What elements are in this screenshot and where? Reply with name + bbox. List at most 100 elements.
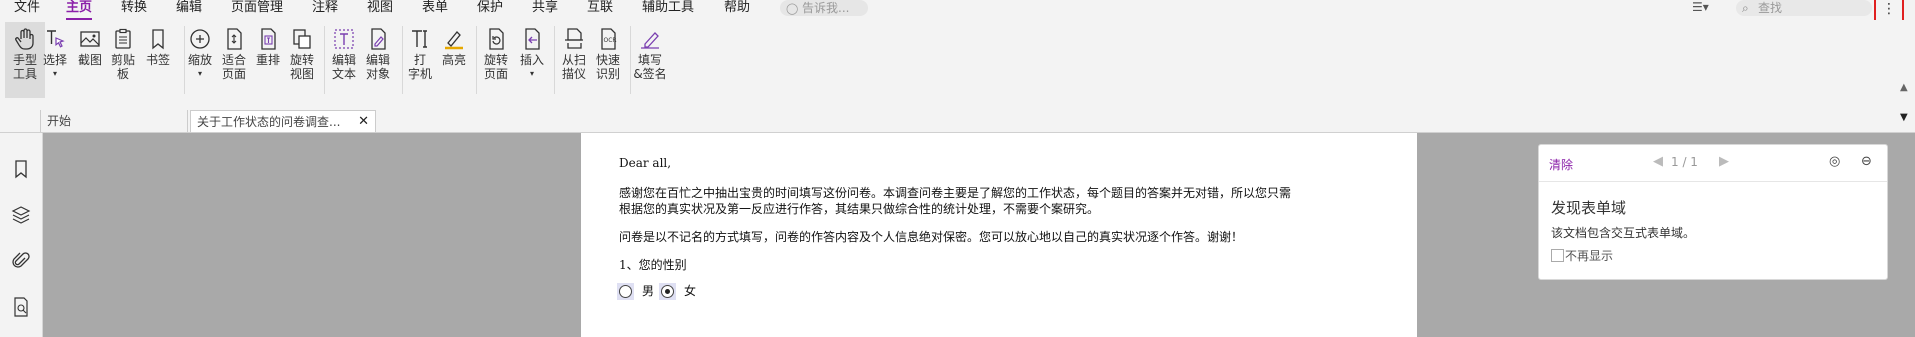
document-tab-bar: 开始 关于工作状态的问卷调查... ✕ ▼ <box>0 108 1915 133</box>
zoom-icon <box>190 29 210 49</box>
option-female-label: 女 <box>684 284 697 298</box>
close-icon[interactable]: ✕ <box>358 111 369 133</box>
fill-sign-label: 填写 &签名 <box>633 53 667 81</box>
intro-paragraph-line-1: 感谢您在百忙之中抽出宝贵的时间填写这份问卷。本调查问卷主要是了解您的工作状态，每… <box>619 186 1292 200</box>
radio-ring <box>619 285 632 298</box>
insert-icon <box>525 28 540 50</box>
search-placeholder: 查找 <box>1758 1 1783 15</box>
bookmark-icon[interactable] <box>11 159 31 179</box>
next-field-icon[interactable]: ▶ <box>1719 154 1729 169</box>
quick-ocr-button[interactable]: OCR 快速 识别 <box>588 22 628 98</box>
radio-ring <box>661 285 674 298</box>
confidentiality-paragraph: 问卷是以不记名的方式填写，问卷的作答内容及个人信息绝对保密。您可以放心地以自己的… <box>619 230 1244 244</box>
radio-selected-dot <box>665 289 670 294</box>
dont-show-again-label: 不再显示 <box>1565 249 1614 263</box>
snapshot-icon <box>80 31 100 47</box>
fit-page-icon <box>227 28 242 50</box>
tab-home-label: 开始 <box>47 114 72 128</box>
scanner-icon <box>565 28 583 49</box>
clear-form-button[interactable]: 清除 <box>1549 156 1573 173</box>
insert-button[interactable]: 插入 ▾ <box>512 22 552 98</box>
tell-me-placeholder: 告诉我... <box>802 1 850 15</box>
menu-accessibility[interactable]: 辅助工具 <box>642 0 694 18</box>
menu-view[interactable]: 视图 <box>367 0 393 18</box>
bookmark-icon <box>152 29 164 50</box>
form-fields-notification-panel: 清除 ◀ 1 / 1 ▶ ◎ ⊖ 发现表单域 该文档包含交互式表单域。 不再显示 <box>1538 144 1888 280</box>
menu-file[interactable]: 文件 <box>14 0 40 18</box>
quick-ocr-label: 快速 识别 <box>595 53 620 81</box>
menu-page-manage[interactable]: 页面管理 <box>231 0 283 18</box>
rotate-view-button[interactable]: 旋转 视图 <box>282 22 322 98</box>
clipboard-label: 剪贴 板 <box>110 53 135 81</box>
menu-bar: 文件 主页 转换 编辑 页面管理 注释 视图 表单 保护 共享 互联 辅助工具 … <box>0 0 1915 22</box>
svg-text:OCR: OCR <box>604 37 617 44</box>
ocr-icon: OCR <box>601 28 617 50</box>
minimize-panel-icon[interactable]: ⊖ <box>1861 154 1872 169</box>
clipboard-button[interactable]: 剪贴 板 <box>103 22 143 98</box>
form-panel-title: 发现表单域 <box>1551 199 1627 217</box>
edit-text-icon <box>334 29 354 49</box>
hand-icon <box>15 28 34 50</box>
edit-object-icon <box>371 28 386 50</box>
select-tool-button[interactable]: 选择 ▾ <box>35 22 75 98</box>
dont-show-again-checkbox[interactable] <box>1551 249 1564 262</box>
bookmark-button[interactable]: 书签 <box>138 22 178 98</box>
chevron-down-icon: ▾ <box>529 69 534 78</box>
reflow-icon <box>261 28 276 50</box>
rotate-view-icon <box>293 29 311 49</box>
rotate-page-label: 旋转 页面 <box>483 53 508 81</box>
bookmark-label: 书签 <box>145 53 170 67</box>
tab-document[interactable]: 关于工作状态的问卷调查... ✕ <box>190 110 376 132</box>
lightbulb-icon: ◯ <box>786 2 799 15</box>
tab-document-label: 关于工作状态的问卷调查... <box>197 115 341 129</box>
previous-field-icon[interactable]: ◀ <box>1653 154 1663 169</box>
chevron-down-icon: ▾ <box>52 69 57 78</box>
radio-male[interactable] <box>617 283 634 300</box>
tab-home[interactable]: 开始 <box>40 110 188 132</box>
intro-paragraph-line-2: 根据您的真实状况及第一反应进行作答，其结果只做综合性的统计处理，不需要个案研究。 <box>619 202 1100 216</box>
navigation-panel <box>0 133 43 337</box>
clipboard-icon <box>115 28 131 49</box>
edit-object-label: 编辑 对象 <box>365 53 390 81</box>
ribbon-toolbar: 手型 工具 选择 ▾ 截图 剪贴 板 书签 缩放 ▾ 适合 页面 重排 旋转 视… <box>0 20 1915 100</box>
form-panel-description: 该文档包含交互式表单域。 <box>1551 226 1696 240</box>
tell-me-input[interactable]: ◯ 告诉我... <box>780 0 868 16</box>
search-input[interactable]: ⌕ 查找 <box>1736 0 1872 16</box>
menu-connect[interactable]: 互联 <box>587 0 613 18</box>
rotate-view-label: 旋转 视图 <box>289 53 314 81</box>
rotate-page-button[interactable]: 旋转 页面 <box>476 22 516 98</box>
option-male-label: 男 <box>642 284 655 298</box>
highlight-fields-icon[interactable]: ◎ <box>1829 154 1840 169</box>
field-pager: 1 / 1 <box>1671 155 1698 169</box>
menu-home[interactable]: 主页 <box>66 0 93 20</box>
vertical-ellipsis-icon: ⋮ <box>1882 1 1896 17</box>
layers-icon[interactable] <box>11 205 31 225</box>
paperclip-icon[interactable] <box>11 251 31 271</box>
fill-sign-icon <box>641 32 659 49</box>
menu-share[interactable]: 共享 <box>532 0 558 18</box>
search-icon: ⌕ <box>1742 1 1749 15</box>
highlight-label: 高亮 <box>441 53 466 67</box>
menu-edit[interactable]: 编辑 <box>176 0 202 18</box>
edit-object-button[interactable]: 编辑 对象 <box>358 22 398 98</box>
rotate-page-icon <box>489 28 504 50</box>
more-options-button[interactable]: ⋮ <box>1874 0 1904 22</box>
tab-list-dropdown-icon[interactable]: ▼ <box>1900 112 1908 123</box>
menu-help[interactable]: 帮助 <box>724 0 750 18</box>
fill-sign-button[interactable]: 填写 &签名 <box>630 22 670 98</box>
view-mode-dropdown-icon[interactable]: ☰▾ <box>1692 0 1709 14</box>
menu-protect[interactable]: 保护 <box>477 0 503 18</box>
greeting-text: Dear all, <box>619 156 672 170</box>
collapse-ribbon-icon[interactable]: ▲ <box>1900 82 1908 93</box>
form-panel-header: 清除 ◀ 1 / 1 ▶ ◎ ⊖ <box>1539 145 1887 182</box>
menu-comment[interactable]: 注释 <box>312 0 338 18</box>
typewriter-icon <box>412 30 427 48</box>
insert-label: 插入 <box>519 53 544 67</box>
menu-convert[interactable]: 转换 <box>121 0 147 18</box>
select-cursor-icon <box>47 30 65 48</box>
radio-female[interactable] <box>659 283 676 300</box>
pdf-page: Dear all, 感谢您在百忙之中抽出宝贵的时间填写这份问卷。本调查问卷主要是… <box>581 133 1417 337</box>
menu-form[interactable]: 表单 <box>422 0 448 18</box>
highlight-button[interactable]: 高亮 <box>434 22 474 98</box>
signature-panel-icon[interactable] <box>11 297 31 317</box>
